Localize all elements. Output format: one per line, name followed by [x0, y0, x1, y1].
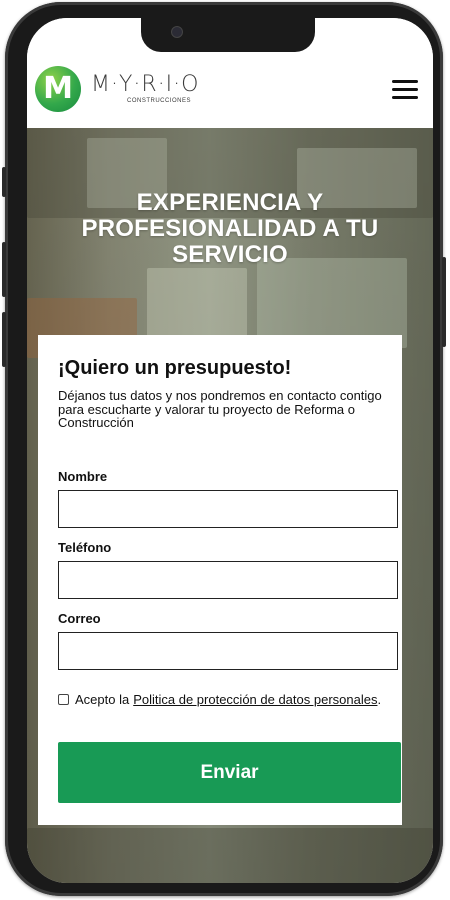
- phone-label: Teléfono: [58, 540, 112, 555]
- side-button-right: [442, 257, 446, 347]
- form-title: ¡Quiero un presupuesto!: [58, 357, 292, 379]
- submit-button[interactable]: Enviar: [58, 742, 401, 803]
- logo-icon[interactable]: M: [35, 66, 81, 112]
- consent-suffix: .: [377, 691, 382, 707]
- form-description: Déjanos tus datos y nos pondremos en con…: [58, 388, 382, 430]
- side-button-left-2: [2, 242, 6, 297]
- phone-frame: EXPERIENCIA Y PROFESIONALIDAD A TU SERVI…: [2, 2, 446, 896]
- hero-bg-shape: [27, 828, 433, 883]
- brand-subtitle: CONSTRUCCIONES: [127, 98, 192, 104]
- consent-checkbox[interactable]: [58, 693, 69, 705]
- hero-title: EXPERIENCIA Y PROFESIONALIDAD A TU SERVI…: [81, 189, 379, 268]
- notch: [141, 18, 315, 52]
- brand-name[interactable]: M·Y·R·I·O: [91, 72, 199, 97]
- name-input[interactable]: [58, 490, 398, 528]
- email-label: Correo: [58, 611, 101, 626]
- camera-icon: [171, 26, 183, 38]
- consent-row: Acepto la Politica de protección de dato…: [58, 691, 381, 707]
- hamburger-menu-icon[interactable]: [392, 80, 418, 100]
- quote-form-card: ¡Quiero un presupuesto! Déjanos tus dato…: [38, 335, 402, 825]
- name-label: Nombre: [58, 469, 108, 484]
- consent-prefix: Acepto la: [75, 691, 130, 707]
- side-button-left-3: [2, 312, 6, 367]
- privacy-policy-link[interactable]: Politica de protección de datos personal…: [133, 692, 377, 707]
- phone-input[interactable]: [58, 561, 398, 599]
- screen: EXPERIENCIA Y PROFESIONALIDAD A TU SERVI…: [27, 18, 433, 883]
- side-button-left-1: [2, 167, 6, 197]
- email-input[interactable]: [58, 632, 398, 670]
